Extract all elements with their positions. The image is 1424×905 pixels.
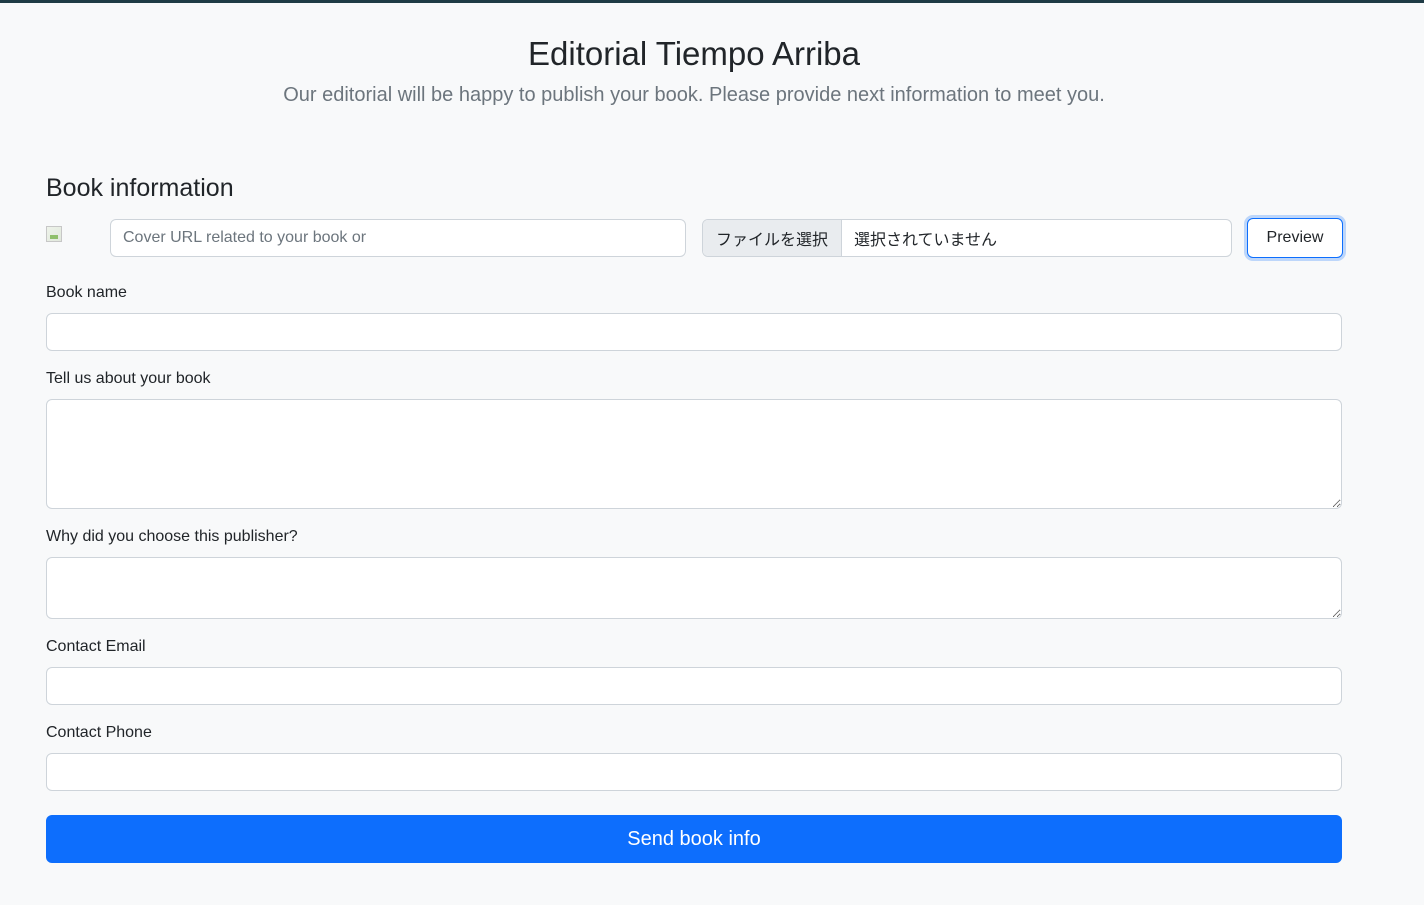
contact-phone-label: Contact Phone (46, 724, 152, 741)
cover-file-input[interactable]: ファイルを選択 選択されていません (702, 219, 1232, 257)
contact-email-label: Contact Email (46, 638, 146, 655)
why-publisher-label: Why did you choose this publisher? (46, 528, 298, 545)
top-border (0, 0, 1424, 3)
contact-phone-input[interactable] (46, 753, 1342, 791)
contact-email-input[interactable] (46, 667, 1342, 705)
page-header: Editorial Tiempo Arriba Our editorial wi… (0, 30, 1388, 109)
choose-file-button[interactable]: ファイルを選択 (703, 220, 843, 256)
send-book-info-button[interactable]: Send book info (46, 815, 1342, 863)
why-publisher-textarea[interactable] (46, 557, 1342, 619)
about-book-label: Tell us about your book (46, 370, 211, 387)
about-book-textarea[interactable] (46, 399, 1342, 509)
cover-url-input[interactable] (110, 219, 686, 257)
book-name-label: Book name (46, 284, 127, 301)
book-name-input[interactable] (46, 313, 1342, 351)
section-title: Book information (46, 174, 234, 202)
preview-button[interactable]: Preview (1247, 218, 1343, 258)
site-title: Editorial Tiempo Arriba (528, 35, 860, 72)
site-subtitle: Our editorial will be happy to publish y… (283, 84, 1105, 106)
broken-image-icon (46, 226, 62, 242)
page: Editorial Tiempo Arriba Our editorial wi… (0, 0, 1424, 905)
file-status: 選択されていません (854, 232, 998, 249)
cover-row: ファイルを選択 選択されていません Preview (46, 218, 1343, 258)
